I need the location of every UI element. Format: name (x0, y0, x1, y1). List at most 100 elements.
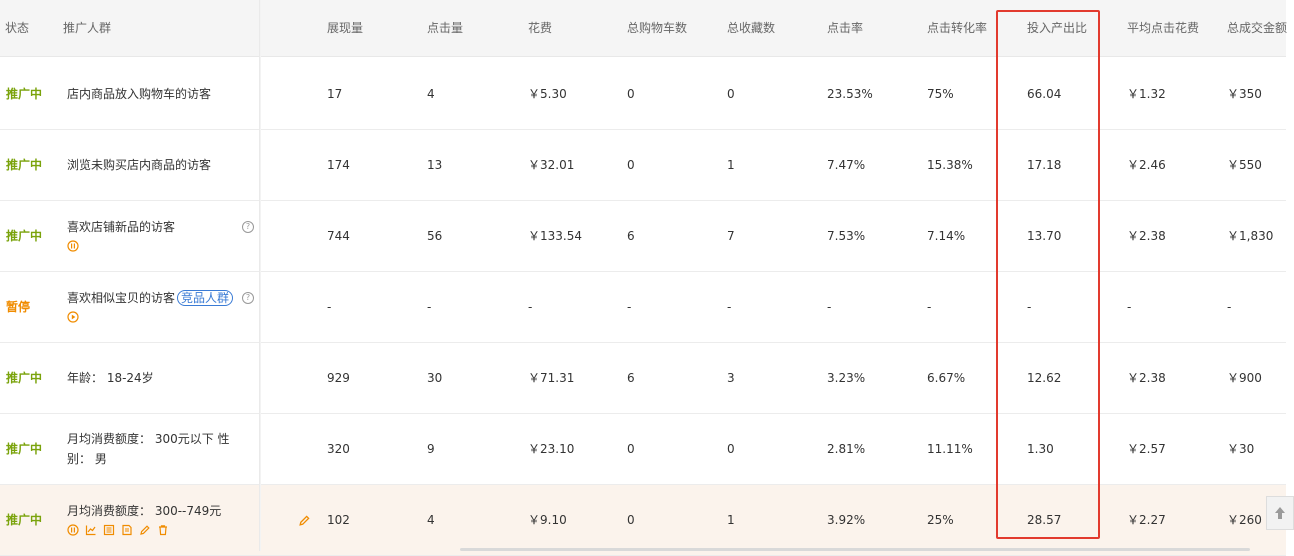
document-icon[interactable] (121, 524, 133, 536)
cvr-cell: - (927, 300, 932, 314)
carts-cell: 6 (627, 229, 635, 243)
favorites-cell: 3 (727, 371, 735, 385)
row-actions (67, 521, 247, 539)
ctr-cell: - (827, 300, 832, 314)
impressions-cell: 320 (327, 442, 350, 456)
header-ctr[interactable]: 点击率 (827, 0, 863, 56)
cvr-cell: 11.11% (927, 442, 973, 456)
pencil-icon[interactable] (139, 524, 151, 536)
audience-report-table: 状态 推广人群 展现量 点击量 花费 总购物车数 总收藏数 点击率 点击转化率 投入产出比 平均点击… (0, 0, 1294, 556)
pencil-icon[interactable] (298, 514, 311, 527)
impressions-cell: 102 (327, 513, 350, 527)
header-favorites[interactable]: 总收藏数 (727, 0, 775, 56)
header-gmv[interactable]: 总成交金额 (1227, 0, 1287, 56)
audience-cell: 月均消费额度： 300元以下 性别： 男 (67, 414, 247, 484)
impressions-cell: 929 (327, 371, 350, 385)
trash-icon[interactable] (157, 524, 169, 536)
cvr-cell: 25% (927, 513, 954, 527)
header-cpc[interactable]: 平均点击花费 (1127, 0, 1199, 56)
gmv-cell: ￥1,830 (1227, 229, 1274, 243)
favorites-cell: 1 (727, 158, 735, 172)
cost-cell: ￥133.54 (528, 229, 582, 243)
favorites-cell: 7 (727, 229, 735, 243)
header-impressions[interactable]: 展现量 (327, 0, 363, 56)
impressions-cell: 17 (327, 87, 343, 101)
row-actions (67, 237, 247, 255)
row-actions (67, 308, 247, 326)
ctr-cell: 3.23% (827, 371, 866, 385)
gmv-cell: ￥350 (1227, 87, 1262, 101)
audience-cell: 年龄： 18-24岁 (67, 343, 247, 413)
cpc-cell: ￥2.38 (1127, 371, 1166, 385)
status-badge: 推广中 (6, 513, 43, 527)
cpc-cell: ￥2.38 (1127, 229, 1166, 243)
carts-cell: 0 (627, 513, 635, 527)
clicks-cell: 30 (427, 371, 443, 385)
favorites-cell: - (727, 300, 732, 314)
ctr-cell: 23.53% (827, 87, 873, 101)
header-carts[interactable]: 总购物车数 (627, 0, 687, 56)
ctr-cell: 2.81% (827, 442, 866, 456)
audience-name: 喜欢相似宝贝的访客 竞品人群 (67, 288, 247, 308)
cvr-cell: 75% (927, 87, 954, 101)
pause-circle-icon[interactable] (67, 524, 79, 536)
cost-cell: ￥9.10 (528, 513, 567, 527)
carts-cell: 0 (627, 87, 635, 101)
carts-cell: - (627, 300, 632, 314)
header-clicks[interactable]: 点击量 (427, 0, 463, 56)
favorites-cell: 0 (727, 87, 735, 101)
question-circle-icon[interactable]: ? (242, 221, 254, 233)
status-badge: 推广中 (6, 87, 43, 101)
audience-name: 喜欢店铺新品的访客 (67, 220, 176, 234)
impressions-cell: - (327, 300, 332, 314)
cost-cell: ￥71.31 (528, 371, 575, 385)
audience-name: 月均消费额度： 300元以下 性别： 男 (67, 432, 230, 466)
gmv-cell: ￥900 (1227, 371, 1262, 385)
clicks-cell: 56 (427, 229, 443, 243)
status-badge: 暂停 (6, 300, 31, 314)
status-badge: 推广中 (6, 158, 43, 172)
cost-cell: ￥32.01 (528, 158, 575, 172)
audience-cell: 店内商品放入购物车的访客 (67, 59, 247, 129)
cpc-cell: ￥2.27 (1127, 513, 1166, 527)
audience-name: 店内商品放入购物车的访客 (67, 87, 212, 101)
gmv-cell: - (1227, 300, 1232, 314)
pause-circle-icon[interactable] (67, 240, 79, 252)
gmv-cell: ￥30 (1227, 442, 1255, 456)
cost-cell: - (528, 300, 533, 314)
header-cvr[interactable]: 点击转化率 (927, 0, 987, 56)
cvr-cell: 15.38% (927, 158, 973, 172)
header-audience: 推广人群 (63, 21, 112, 35)
frozen-column-divider (259, 0, 261, 551)
play-circle-icon[interactable] (67, 311, 79, 323)
carts-cell: 6 (627, 371, 635, 385)
competitor-audience-tag[interactable]: 竞品人群 (177, 290, 234, 306)
clicks-cell: 9 (427, 442, 435, 456)
cpc-cell: ￥1.32 (1127, 87, 1166, 101)
arrow-up-icon (1275, 507, 1285, 519)
audience-name: 浏览未购买店内商品的访客 (67, 158, 212, 172)
impressions-cell: 174 (327, 158, 350, 172)
clicks-cell: - (427, 300, 432, 314)
back-to-top-button[interactable] (1266, 496, 1294, 530)
list-icon[interactable] (103, 524, 115, 536)
question-circle-icon[interactable]: ? (242, 292, 254, 304)
clicks-cell: 13 (427, 158, 443, 172)
ctr-cell: 3.92% (827, 513, 866, 527)
cvr-cell: 6.67% (927, 371, 966, 385)
line-chart-icon[interactable] (85, 524, 97, 536)
cvr-cell: 7.14% (927, 229, 966, 243)
favorites-cell: 0 (727, 442, 735, 456)
audience-cell: 浏览未购买店内商品的访客 (67, 130, 247, 200)
cost-cell: ￥5.30 (528, 87, 567, 101)
carts-cell: 0 (627, 158, 635, 172)
roi-column-highlight (996, 10, 1100, 539)
cost-cell: ￥23.10 (528, 442, 575, 456)
audience-name: 年龄： 18-24岁 (67, 371, 154, 385)
ctr-cell: 7.47% (827, 158, 866, 172)
status-badge: 推广中 (6, 371, 43, 385)
favorites-cell: 1 (727, 513, 735, 527)
gmv-cell: ￥260 (1227, 513, 1262, 527)
header-cost[interactable]: 花费 (528, 0, 552, 56)
gmv-cell: ￥550 (1227, 158, 1262, 172)
